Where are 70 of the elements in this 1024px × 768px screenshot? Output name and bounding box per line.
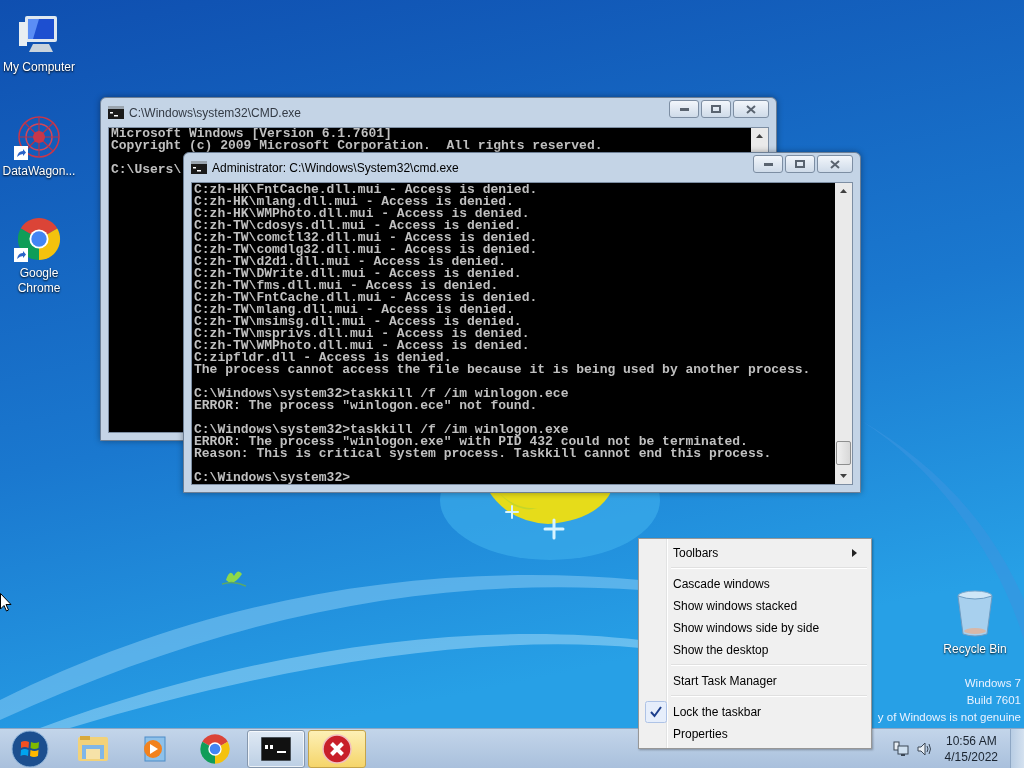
desktop-icon[interactable]: Google Chrome [0,212,78,296]
console-line: C:\Windows\system32> [194,472,351,484]
menu-item[interactable]: Cascade windows [641,573,869,595]
console-line: C:\Windows\system32>taskkill /f /im winlogon.ece [194,388,569,400]
console-line: C:zh-TW\comctl32.dll.mui - Access is denied. [194,232,538,244]
error-icon [322,733,352,764]
console-line: C:zh-TW\FntCache.dll.mui - Access is denied. [194,292,538,304]
console-line: Microsoft Windows [Version 6.1.7601] [111,128,392,140]
menu-item[interactable]: Lock the taskbar [641,701,869,723]
maximize-button[interactable] [785,155,815,173]
console-line: C:zh-TW\DWrite.dll.mui - Access is denied. [194,268,522,280]
taskbar-button[interactable] [247,729,305,768]
windows-logo-icon [11,729,49,768]
console-icon [261,736,291,761]
console-line: C:zh-HK\FntCache.dll.mui - Access is denied. [194,184,538,196]
menu-item[interactable]: Show windows stacked [641,595,869,617]
menu-item[interactable]: Show the desktop [641,639,869,661]
minimize-icon [763,162,773,166]
menu-item[interactable]: Show windows side by side [641,617,869,639]
minimize-icon [679,107,689,111]
console-line: The process cannot access the file because it is being used by another process. [194,364,811,376]
minimize-button[interactable] [753,155,783,173]
console-line: C:zh-TW\WMPhoto.dll.mui - Access is denied. [194,340,530,352]
scroll-thumb[interactable] [836,441,851,465]
shortcut-arrow-icon [14,146,28,160]
desktop-icon[interactable]: DataWagon... [0,110,78,179]
console-line: C:\Users\ [111,164,182,176]
console-line: Reason: This is critical system process. Taskkill cannot end this process. [194,448,772,460]
console-line: C:\Windows\system32>taskkill /f /im winlogon.exe [194,424,569,436]
console-icon [108,106,124,119]
console-line: C:zh-TW\cdosys.dll.mui - Access is denied. [194,220,522,232]
close-icon [746,104,756,114]
volume-icon[interactable] [916,740,933,757]
close-button[interactable] [817,155,853,173]
console-line: C:zh-TW\msprivs.dll.mui - Access is denied. [194,328,530,340]
checkmark-icon [645,701,667,723]
clock[interactable]: 10:56 AM 4/15/2022 [940,732,1002,765]
cursor-icon [0,593,12,612]
menu-item[interactable]: Toolbars [641,542,869,564]
close-icon [830,159,840,169]
notice-text: y of Windows is not genuine [877,710,1021,725]
maximize-icon [711,105,721,113]
console-line: C:zipfldr.dll - Access is denied. [194,352,452,364]
console-line: C:zh-TW\mlang.dll.mui - Access is denied. [194,304,514,316]
console-line: ERROR: The process "winlogon.ece" not found. [194,400,538,412]
console-line: C:zh-TW\fms.dll.mui - Access is denied. [194,280,499,292]
network-icon[interactable] [892,740,909,757]
chrome-icon [16,216,62,262]
recycle-bin-icon [956,590,994,638]
console-line: C:zh-HK\mlang.dll.mui - Access is denied. [194,196,514,208]
console-line: C:zh-HK\WMPhoto.dll.mui - Access is denied. [194,208,530,220]
window-title: Administrator: C:\Windows\System32\cmd.exe [212,160,459,175]
console-icon [191,161,207,174]
folder-icon [76,733,110,764]
submenu-arrow-icon [852,549,857,557]
window-title: C:\Windows\system32\CMD.exe [129,105,302,120]
console-line: C:zh-TW\msimsg.dll.mui - Access is denied. [194,316,522,328]
console-line: Copyright (c) 2009 Microsoft Corporation. All rights reserved. [111,140,603,152]
maximize-icon [795,160,805,168]
network-graph-icon [16,114,62,160]
console-line: C:zh-TW\comdlg32.dll.mui - Access is denied. [194,244,538,256]
menu-item[interactable]: Start Task Manager [641,670,869,692]
console-line: ERROR: The process "winlogon.exe" with PID 432 could not be terminated. [194,436,748,448]
notice-text: Build 7601 [966,693,1021,708]
shortcut-arrow-icon [14,248,28,262]
menu-item[interactable]: Properties [641,723,869,745]
chrome-icon [199,732,231,765]
notice-text: Windows 7 [964,676,1021,691]
console-line: C:zh-TW\d2d1.dll.mui - Access is denied. [194,256,507,268]
desktop-icon[interactable]: My Computer [0,6,78,75]
